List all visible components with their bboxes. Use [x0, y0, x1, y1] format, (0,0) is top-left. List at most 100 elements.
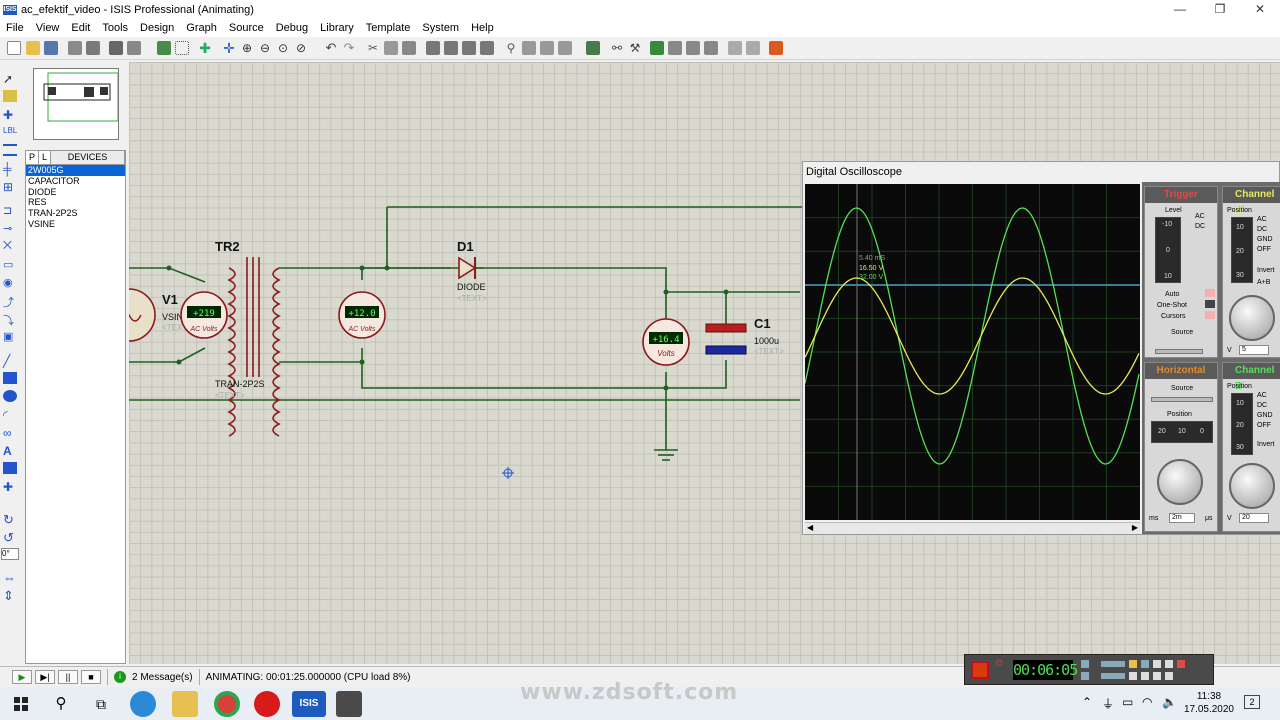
exit-parent-icon[interactable]: [686, 41, 700, 55]
netlist-icon[interactable]: [746, 41, 760, 55]
scroll-left-icon[interactable]: ◀: [807, 523, 813, 532]
junction-dot-icon[interactable]: ✚: [3, 108, 17, 122]
voltage-probe-icon[interactable]: ⤴: [3, 294, 17, 309]
timebase-value[interactable]: 2m: [1169, 513, 1195, 523]
menu-file[interactable]: File: [0, 22, 30, 34]
circle-icon[interactable]: [3, 390, 17, 402]
cha-mode[interactable]: DC: [1257, 225, 1273, 235]
trigger-level-slider[interactable]: -10 0 10: [1155, 217, 1181, 283]
menu-system[interactable]: System: [416, 22, 465, 34]
volume-icon[interactable]: 🔈: [1162, 695, 1177, 709]
chrome-icon[interactable]: [214, 691, 240, 717]
menu-library[interactable]: Library: [314, 22, 360, 34]
pause-button[interactable]: ||: [58, 670, 78, 684]
battery-icon[interactable]: ▭: [1122, 695, 1133, 709]
menu-source[interactable]: Source: [223, 22, 270, 34]
channel-b-volts-knob[interactable]: [1229, 463, 1275, 509]
menu-graph[interactable]: Graph: [180, 22, 223, 34]
generator-icon[interactable]: ◉: [3, 276, 17, 289]
selection-mode-icon[interactable]: ➚: [3, 72, 17, 86]
import-icon[interactable]: [68, 41, 82, 55]
path-icon[interactable]: ∞: [3, 426, 17, 440]
zoom-area-icon[interactable]: ⊘: [294, 41, 308, 55]
menu-debug[interactable]: Debug: [270, 22, 314, 34]
export-icon[interactable]: [86, 41, 100, 55]
open-folder-icon[interactable]: [26, 41, 40, 55]
horizontal-position-slider[interactable]: 20 10 0: [1151, 421, 1213, 443]
decompose-icon[interactable]: [558, 41, 572, 55]
channel-b-position-slider[interactable]: 10 20 30: [1231, 393, 1253, 455]
box-icon[interactable]: [3, 372, 17, 384]
channel-a-position-slider[interactable]: 10 20 30: [1231, 217, 1253, 283]
device-item[interactable]: TRAN-2P2S: [26, 208, 125, 219]
print-icon[interactable]: [109, 41, 123, 55]
channel-b-coupling[interactable]: AC DC GND OFF: [1257, 391, 1273, 431]
menu-help[interactable]: Help: [465, 22, 500, 34]
cursors-toggle[interactable]: [1205, 311, 1215, 319]
tape-recorder-icon[interactable]: ▭: [3, 258, 17, 271]
channel-a-volts-knob[interactable]: [1229, 295, 1275, 341]
tray-arrow-icon[interactable]: ⌃: [1082, 695, 1092, 709]
minimize-button[interactable]: —: [1160, 0, 1200, 19]
menu-template[interactable]: Template: [360, 22, 417, 34]
channel-b-invert[interactable]: Invert: [1257, 441, 1275, 448]
one-shot-toggle[interactable]: [1205, 300, 1215, 308]
block-move-icon[interactable]: [444, 41, 458, 55]
edge-browser-icon[interactable]: [130, 691, 156, 717]
record-stop-button[interactable]: [971, 661, 989, 679]
subcircuit-icon[interactable]: ⊞: [3, 180, 17, 194]
chb-mode[interactable]: OFF: [1257, 421, 1273, 431]
task-view-icon[interactable]: ⧉: [88, 691, 114, 717]
component-mode-icon[interactable]: [3, 90, 17, 102]
maximize-button[interactable]: ❐: [1200, 0, 1240, 19]
copy-icon[interactable]: [384, 41, 398, 55]
taskbar-clock[interactable]: 11:38 17.05.2020: [1184, 690, 1234, 716]
print-area-icon[interactable]: [127, 41, 141, 55]
rotate-ccw-icon[interactable]: ↺: [3, 530, 17, 545]
menu-design[interactable]: Design: [134, 22, 180, 34]
diode[interactable]: [458, 256, 477, 280]
chb-mode[interactable]: AC: [1257, 391, 1273, 401]
origin-icon[interactable]: ✚: [198, 41, 212, 55]
device-item[interactable]: RES: [26, 197, 125, 208]
current-probe-icon[interactable]: ⤵: [3, 312, 17, 327]
info-icon[interactable]: i: [114, 671, 126, 683]
wire-autorouter-icon[interactable]: [586, 41, 600, 55]
device-item[interactable]: 2W005G: [26, 165, 125, 176]
save-icon[interactable]: [44, 41, 58, 55]
vsine-source[interactable]: [129, 288, 156, 342]
arc-icon[interactable]: ◜: [3, 408, 17, 422]
terminal-icon[interactable]: ⊐: [3, 204, 17, 217]
notifications-icon[interactable]: 2: [1244, 695, 1260, 709]
cha-mode[interactable]: GND: [1257, 235, 1273, 245]
block-delete-icon[interactable]: [480, 41, 494, 55]
pick-device-tab[interactable]: P: [26, 151, 40, 164]
stop-button[interactable]: ■: [81, 670, 101, 684]
pick-device-icon[interactable]: ⚲: [504, 41, 518, 55]
media-player-icon[interactable]: [254, 691, 280, 717]
timebase-knob[interactable]: [1157, 459, 1203, 505]
step-button[interactable]: ▶|: [35, 670, 55, 684]
bus-icon[interactable]: ╪: [3, 162, 17, 176]
windows-start-icon[interactable]: [8, 691, 34, 717]
search-tag-icon[interactable]: ⚯: [610, 41, 624, 55]
line-icon[interactable]: ╱: [3, 354, 17, 368]
cut-icon[interactable]: ✂: [366, 41, 380, 55]
bill-of-materials-icon[interactable]: [704, 41, 718, 55]
horizontal-source-slider[interactable]: [1151, 397, 1213, 402]
menu-tools[interactable]: Tools: [96, 22, 134, 34]
device-item[interactable]: VSINE: [26, 219, 125, 230]
refresh-icon[interactable]: [157, 41, 171, 55]
marker-icon[interactable]: ✚: [3, 480, 17, 494]
play-button[interactable]: ▶: [12, 670, 32, 684]
capacitor[interactable]: [705, 323, 747, 355]
overview-window[interactable]: [33, 68, 119, 140]
graph-icon[interactable]: ⨉: [3, 240, 17, 252]
zoom-out-icon[interactable]: ⊖: [258, 41, 272, 55]
redo-icon[interactable]: ↷: [342, 41, 356, 55]
mirror-x-icon[interactable]: ⇔: [3, 570, 17, 585]
packaging-icon[interactable]: [540, 41, 554, 55]
chb-mode[interactable]: DC: [1257, 401, 1273, 411]
new-sheet-icon[interactable]: [650, 41, 664, 55]
search-icon[interactable]: ⚲: [48, 691, 74, 717]
